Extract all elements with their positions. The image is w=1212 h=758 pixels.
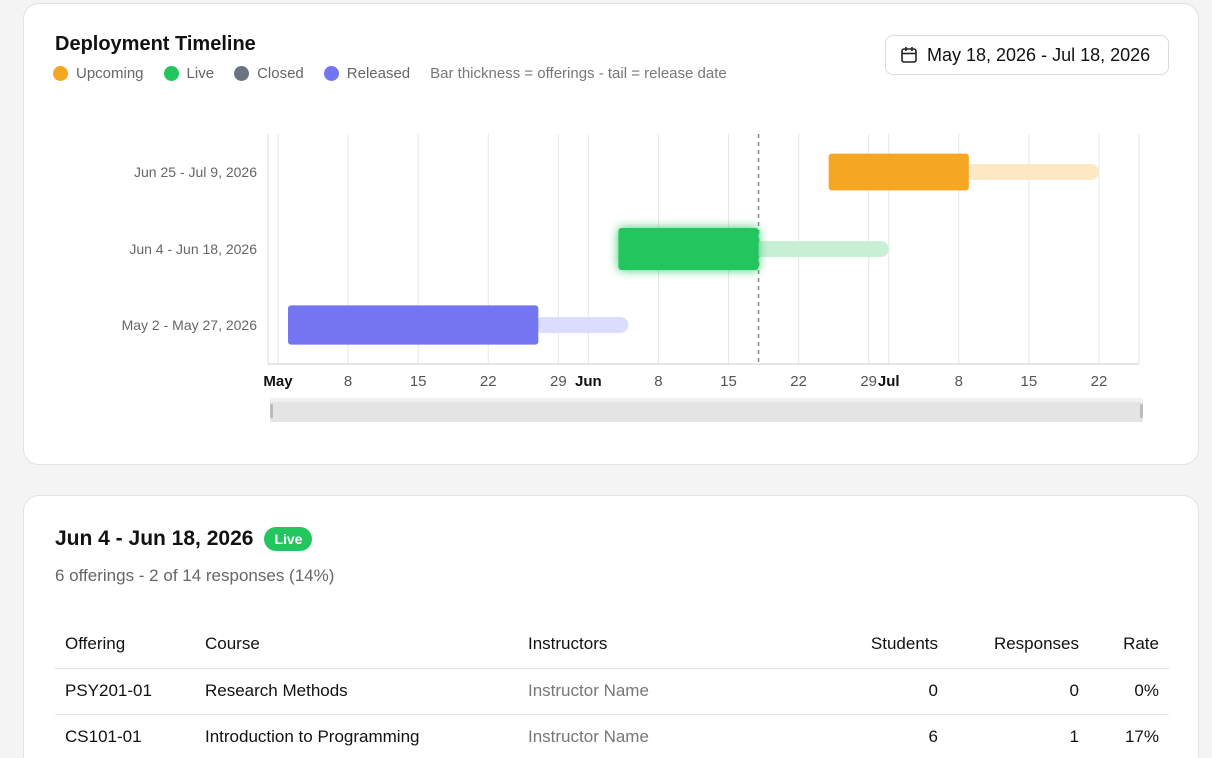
detail-title: Jun 4 - Jun 18, 2026 <box>55 527 254 550</box>
x-tick-label: Jul <box>878 373 900 390</box>
cell-instructors: Instructor Name <box>518 714 818 758</box>
cell-rate: 17% <box>1089 714 1169 758</box>
scrollbar-top-edge <box>270 398 1143 402</box>
column-header-instructors[interactable]: Instructors <box>518 620 818 669</box>
cell-students: 6 <box>818 714 948 758</box>
column-header-responses[interactable]: Responses <box>948 620 1089 669</box>
cell-instructors: Instructor Name <box>518 668 818 715</box>
offerings-table: Offering Course Instructors Students Res… <box>55 620 1169 758</box>
deployment-detail-card: Jun 4 - Jun 18, 2026 Live 6 offerings - … <box>23 495 1199 758</box>
x-tick-label: 8 <box>955 373 963 390</box>
scrollbar-handle-left <box>270 404 273 418</box>
cell-course: Introduction to Programming <box>195 714 518 758</box>
cell-course: Research Methods <box>195 668 518 715</box>
cell-responses: 1 <box>948 714 1089 758</box>
cell-responses: 0 <box>948 668 1089 715</box>
cell-students: 0 <box>818 668 948 715</box>
row-label: Jun 4 - Jun 18, 2026 <box>129 241 257 257</box>
x-tick-label: 15 <box>410 373 427 390</box>
x-tick-label: 8 <box>344 373 352 390</box>
column-header-rate[interactable]: Rate <box>1089 620 1169 669</box>
x-tick-label: Jun <box>575 373 602 390</box>
column-header-students[interactable]: Students <box>818 620 948 669</box>
x-tick-label: 22 <box>480 373 497 390</box>
detail-header: Jun 4 - Jun 18, 2026 Live <box>55 527 313 551</box>
table-header-row: Offering Course Instructors Students Res… <box>55 620 1169 669</box>
timeline-chart: May 8 15 22 29 Jun 8 15 22 29 Jul 8 15 22Jun 25 - Jul… <box>122 134 1143 422</box>
column-header-offering[interactable]: Offering <box>55 620 195 669</box>
row-label: Jun 25 - Jul 9, 2026 <box>134 164 257 180</box>
x-tick-label: May <box>263 373 293 390</box>
row-label: May 2 - May 27, 2026 <box>122 317 258 333</box>
release-tail <box>964 164 1099 180</box>
table-row[interactable]: PSY201-01 Research Methods Instructor Na… <box>55 668 1169 715</box>
detail-subtitle: 6 offerings - 2 of 14 responses (14%) <box>55 566 335 585</box>
x-tick-label: 29 <box>550 373 567 390</box>
column-header-course[interactable]: Course <box>195 620 518 669</box>
release-tail <box>534 317 629 333</box>
x-tick-label: 15 <box>720 373 737 390</box>
x-tick-label: 22 <box>1091 373 1108 390</box>
timeline-card: Deployment Timeline Upcoming Live Closed… <box>23 3 1199 465</box>
deployment-bar <box>828 153 969 191</box>
cell-rate: 0% <box>1089 668 1169 715</box>
release-tail <box>754 241 889 257</box>
x-tick-label: 15 <box>1021 373 1038 390</box>
table-row[interactable]: CS101-01 Introduction to Programming Ins… <box>55 714 1169 758</box>
deployment-bar <box>288 305 539 345</box>
deployment-bar <box>618 228 759 270</box>
cell-offering: PSY201-01 <box>55 668 195 715</box>
scrollbar-handle-right[interactable] <box>1140 404 1143 418</box>
x-tick-label: 8 <box>654 373 662 390</box>
x-tick-label: 29 <box>860 373 877 390</box>
cell-offering: CS101-01 <box>55 714 195 758</box>
status-badge: Live <box>264 527 313 551</box>
x-tick-label: 22 <box>790 373 807 390</box>
